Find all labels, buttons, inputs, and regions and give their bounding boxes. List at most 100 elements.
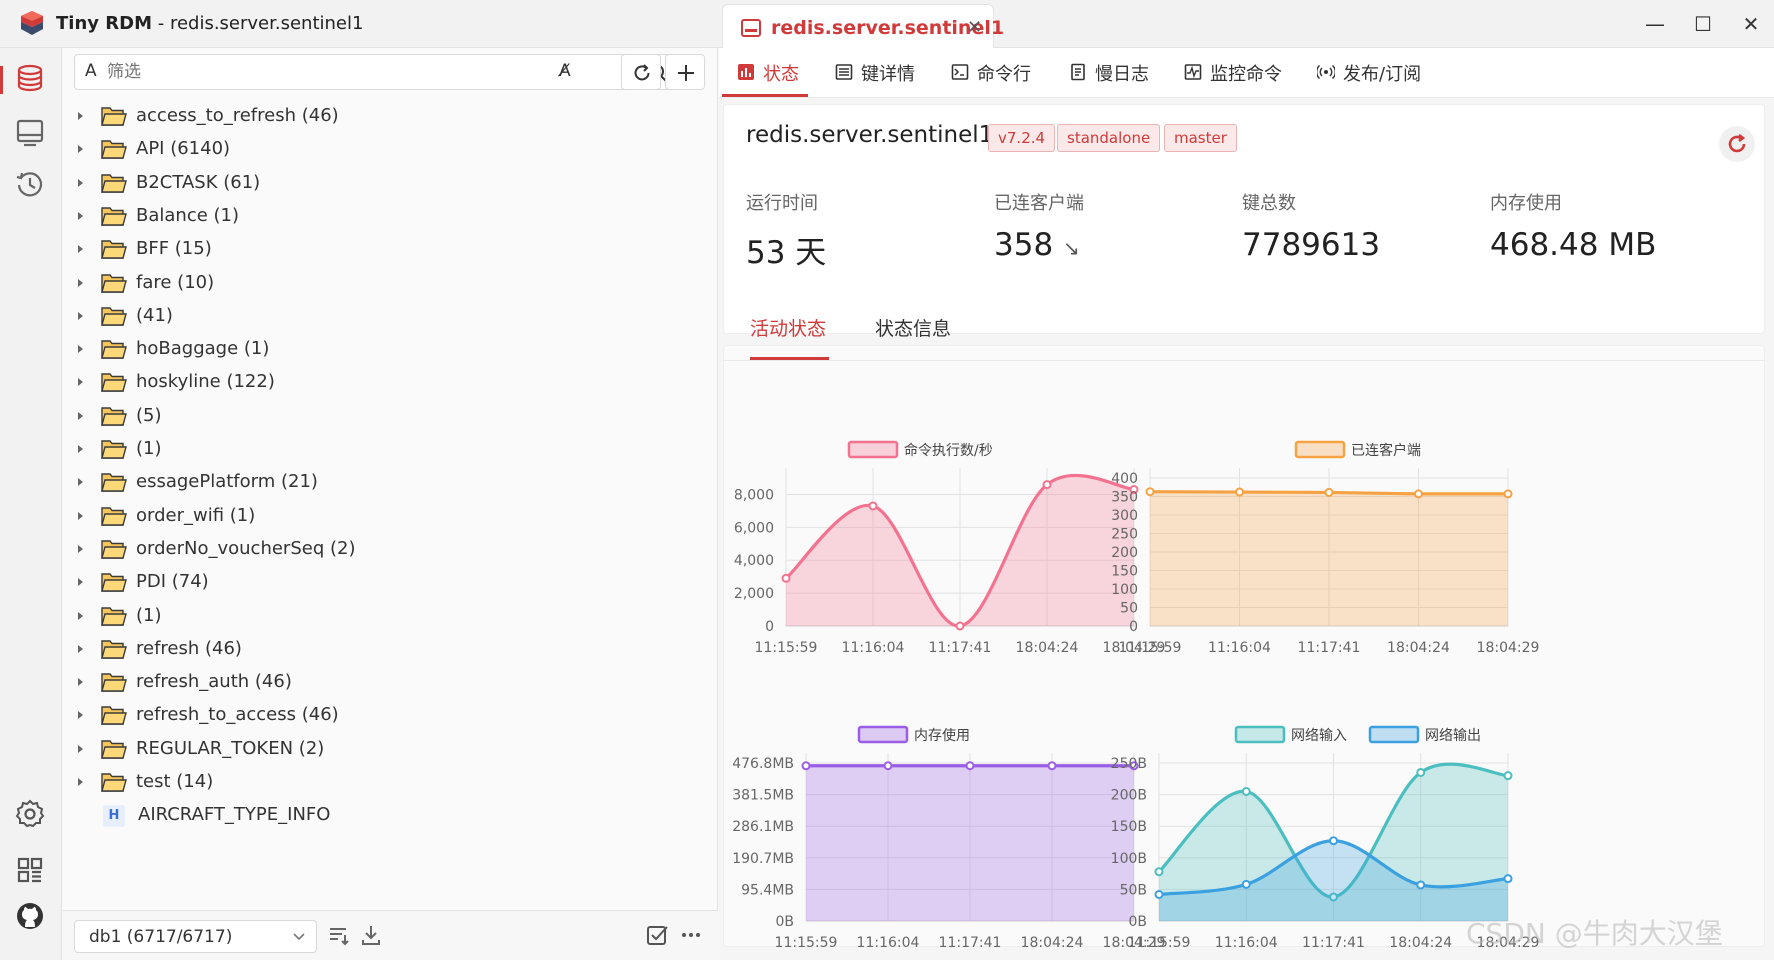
tree-folder-row[interactable]: fare (10) bbox=[63, 265, 718, 302]
reload-button[interactable] bbox=[621, 54, 661, 90]
legend-swatch[interactable] bbox=[1234, 725, 1286, 744]
close-tab-icon[interactable]: ✕ bbox=[967, 17, 982, 38]
data-point[interactable] bbox=[1416, 880, 1426, 890]
chevron-right-icon[interactable] bbox=[77, 477, 84, 487]
chevron-right-icon[interactable] bbox=[77, 211, 84, 221]
tree-folder-row[interactable]: PDI (74) bbox=[63, 564, 718, 601]
tab-status-label: 状态 bbox=[763, 64, 799, 85]
monitor-icon[interactable] bbox=[14, 116, 46, 148]
chevron-right-icon[interactable] bbox=[77, 677, 84, 687]
folder-icon bbox=[101, 173, 127, 193]
tree-folder-row[interactable]: order_wifi (1) bbox=[63, 498, 718, 535]
tree-folder-row[interactable]: refresh_to_access (46) bbox=[63, 697, 718, 734]
data-point[interactable] bbox=[1414, 489, 1423, 499]
history-icon[interactable] bbox=[14, 168, 46, 200]
minimize-button[interactable]: — bbox=[1640, 10, 1670, 38]
add-key-button[interactable] bbox=[665, 54, 705, 90]
sort-list-icon[interactable] bbox=[327, 923, 351, 947]
legend-label[interactable]: 网络输入 bbox=[1291, 728, 1347, 744]
folder-icon bbox=[101, 140, 127, 159]
tree-folder-row[interactable]: refresh_auth (46) bbox=[63, 664, 718, 701]
window-close-button[interactable]: ✕ bbox=[1736, 10, 1766, 38]
legend-swatch[interactable] bbox=[1368, 725, 1420, 744]
broadcast-icon bbox=[1317, 64, 1335, 80]
connection-tab[interactable]: redis.server.sentinel1 ✕ bbox=[722, 4, 1004, 50]
chevron-right-icon[interactable] bbox=[77, 278, 84, 288]
chevron-right-icon[interactable] bbox=[77, 411, 84, 421]
chevron-right-icon[interactable] bbox=[77, 777, 84, 787]
tree-folder-row[interactable]: hoBaggage (1) bbox=[63, 331, 718, 368]
data-point[interactable] bbox=[1154, 889, 1164, 899]
nav-rail bbox=[0, 48, 62, 960]
chevron-right-icon[interactable] bbox=[77, 744, 84, 754]
chevron-right-icon[interactable] bbox=[77, 511, 84, 521]
data-point[interactable] bbox=[1324, 487, 1334, 497]
import-icon[interactable] bbox=[359, 923, 383, 947]
tree-folder-label: BFF (15) bbox=[136, 238, 212, 260]
legend-swatch[interactable] bbox=[1294, 440, 1346, 459]
tree-folder-row[interactable]: Balance (1) bbox=[63, 198, 718, 235]
chevron-right-icon[interactable] bbox=[77, 344, 84, 354]
chevron-right-icon[interactable] bbox=[77, 144, 84, 154]
tree-key-label: AIRCRAFT_TYPE_INFO bbox=[138, 804, 331, 826]
legend-label[interactable]: 已连客户端 bbox=[1351, 442, 1421, 459]
chevron-right-icon[interactable] bbox=[77, 178, 84, 188]
data-point[interactable] bbox=[1503, 771, 1513, 781]
tree-folder-row[interactable]: essagePlatform (21) bbox=[63, 464, 718, 501]
tree-folder-row[interactable]: (41) bbox=[63, 298, 718, 335]
stat-keys: 键总数 7789613 bbox=[1242, 189, 1380, 263]
chevron-right-icon[interactable] bbox=[77, 544, 84, 554]
tree-key-row[interactable]: H AIRCRAFT_TYPE_INFO bbox=[63, 797, 718, 834]
github-icon[interactable] bbox=[14, 900, 46, 932]
chevron-right-icon[interactable] bbox=[77, 577, 84, 587]
tree-folder-row[interactable]: (5) bbox=[63, 398, 718, 435]
more-icon[interactable] bbox=[679, 923, 703, 947]
grid-icon[interactable] bbox=[14, 854, 46, 886]
chevron-right-icon[interactable] bbox=[77, 444, 84, 454]
stat-clients-value: 358 bbox=[994, 227, 1054, 263]
tree-folder-row[interactable]: hoskyline (122) bbox=[63, 364, 718, 401]
tree-folder-row[interactable]: orderNo_voucherSeq (2) bbox=[63, 531, 718, 568]
chevron-right-icon[interactable] bbox=[77, 377, 84, 387]
tab-activity[interactable]: 活动状态 bbox=[750, 314, 826, 341]
tree-folder-label: API (6140) bbox=[136, 138, 231, 160]
data-point[interactable] bbox=[1503, 489, 1513, 499]
tree-folder-row[interactable]: access_to_refresh (46) bbox=[63, 98, 718, 135]
tree-folder-row[interactable]: (1) bbox=[63, 431, 718, 468]
match-case-icon[interactable]: A̸ bbox=[559, 61, 571, 81]
tree-folder-row[interactable]: BFF (15) bbox=[63, 231, 718, 268]
settings-icon[interactable] bbox=[14, 798, 46, 830]
data-point[interactable] bbox=[1503, 874, 1513, 884]
legend-label[interactable]: 网络输出 bbox=[1425, 728, 1481, 744]
chevron-right-icon[interactable] bbox=[77, 611, 84, 621]
chevron-right-icon[interactable] bbox=[77, 111, 84, 121]
tree-folder-row[interactable]: (1) bbox=[63, 598, 718, 635]
data-point[interactable] bbox=[1154, 867, 1164, 877]
chevron-right-icon[interactable] bbox=[77, 244, 84, 254]
tree-folder-row[interactable]: B2CTASK (61) bbox=[63, 165, 718, 202]
maximize-button[interactable]: ☐ bbox=[1688, 10, 1718, 38]
chevron-right-icon[interactable] bbox=[77, 311, 84, 321]
data-point[interactable] bbox=[1145, 487, 1155, 497]
role-tag: master bbox=[1164, 124, 1237, 152]
filter-box[interactable]: A A̸ bbox=[74, 54, 637, 90]
check-mode-icon[interactable] bbox=[645, 923, 669, 947]
chevron-right-icon[interactable] bbox=[77, 710, 84, 720]
auto-refresh-button[interactable] bbox=[1719, 126, 1755, 162]
data-point[interactable] bbox=[1416, 767, 1426, 777]
chevron-right-icon[interactable] bbox=[77, 644, 84, 654]
database-icon[interactable] bbox=[14, 62, 46, 94]
y-tick-label: 0 bbox=[1129, 619, 1138, 635]
filter-type-prefix[interactable]: A bbox=[85, 61, 97, 81]
db-select[interactable]: db1 (6717/6717) bbox=[74, 920, 317, 953]
filter-input[interactable] bbox=[107, 60, 557, 84]
tree-folder-row[interactable]: REGULAR_TOKEN (2) bbox=[63, 731, 718, 768]
data-point[interactable] bbox=[1329, 836, 1338, 846]
data-point[interactable] bbox=[1235, 487, 1244, 497]
tab-status-info[interactable]: 状态信息 bbox=[875, 314, 951, 341]
data-point[interactable] bbox=[1241, 786, 1251, 796]
tree-folder-row[interactable]: refresh (46) bbox=[63, 631, 718, 668]
tree-folder-row[interactable]: test (14) bbox=[63, 764, 718, 801]
tree-folder-row[interactable]: API (6140) bbox=[63, 131, 718, 168]
data-point[interactable] bbox=[1241, 879, 1251, 889]
